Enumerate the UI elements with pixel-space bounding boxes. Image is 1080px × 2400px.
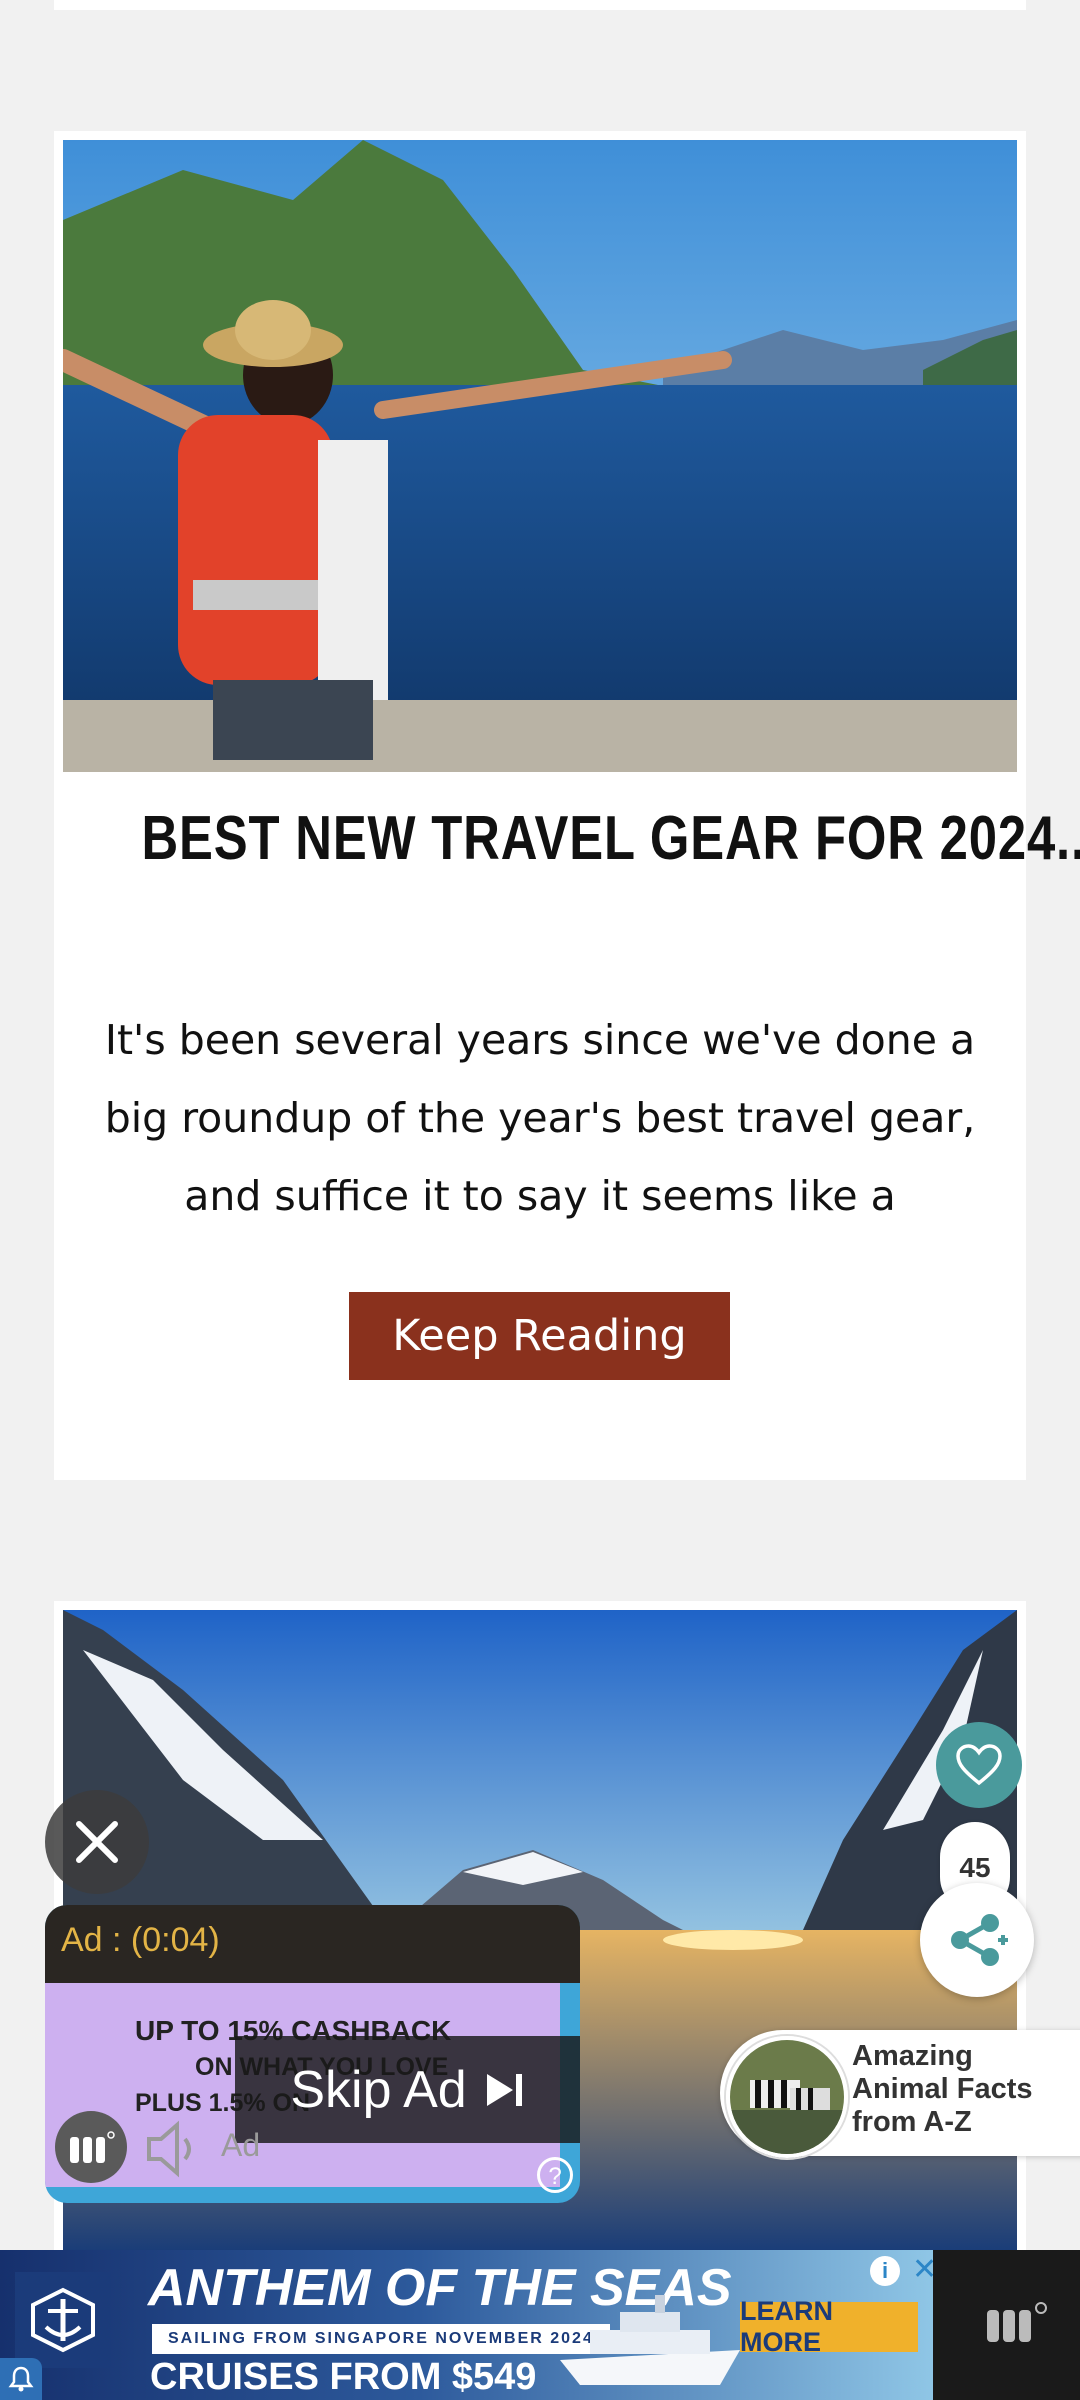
article-image[interactable] bbox=[63, 140, 1017, 772]
ad-close-icon[interactable]: ✕ bbox=[912, 2252, 933, 2287]
skip-ad-button[interactable]: Skip Ad bbox=[235, 2036, 580, 2143]
video-ad[interactable]: Ad : (0:04) UP TO 15% CASHBACK ON WHAT Y… bbox=[45, 1905, 580, 2203]
publisher-logo-icon[interactable] bbox=[985, 2300, 1051, 2349]
banner-price: CRUISES FROM $549 bbox=[150, 2356, 537, 2398]
favorite-button[interactable] bbox=[936, 1722, 1022, 1808]
publisher-logo-icon[interactable] bbox=[55, 2111, 127, 2183]
cruise-logo-icon bbox=[15, 2272, 111, 2368]
speaker-icon[interactable] bbox=[143, 2117, 207, 2186]
skip-ad-label: Skip Ad bbox=[290, 2060, 467, 2119]
article-card: BEST NEW TRAVEL GEAR FOR 2024... It's be… bbox=[54, 131, 1080, 1480]
help-icon[interactable]: ? bbox=[537, 2157, 573, 2193]
bottom-banner: ANTHEM OF THE SEAS SAILING FROM SINGAPOR… bbox=[0, 2250, 1080, 2400]
banner-ad[interactable]: ANTHEM OF THE SEAS SAILING FROM SINGAPOR… bbox=[0, 2250, 933, 2400]
learn-more-button[interactable]: LEARN MORE bbox=[740, 2296, 918, 2357]
promo-text: Amazing Animal Facts from A-Z bbox=[852, 2040, 1033, 2138]
ad-timer: Ad : (0:04) bbox=[61, 1921, 220, 1959]
ad-header: Ad : (0:04) bbox=[45, 1905, 580, 1983]
notification-bell-icon[interactable] bbox=[0, 2358, 42, 2400]
heart-icon bbox=[956, 1744, 1002, 1786]
close-icon bbox=[76, 1821, 118, 1863]
article-excerpt: It's been several years since we've done… bbox=[104, 1016, 976, 1220]
skip-forward-icon bbox=[486, 2073, 522, 2106]
keep-reading-button[interactable]: Keep Reading bbox=[349, 1292, 730, 1380]
related-content-promo[interactable]: Amazing Animal Facts from A-Z bbox=[720, 2030, 1080, 2158]
share-button[interactable] bbox=[920, 1883, 1034, 1997]
ship-icon bbox=[560, 2295, 740, 2385]
share-icon bbox=[951, 1914, 1008, 1966]
promo-thumbnail bbox=[726, 2036, 848, 2158]
ad-info-icon[interactable]: i bbox=[870, 2256, 900, 2286]
banner-subtitle: SAILING FROM SINGAPORE NOVEMBER 2024 bbox=[152, 2324, 610, 2354]
ad-label: Ad bbox=[221, 2127, 261, 2163]
article-title[interactable]: BEST NEW TRAVEL GEAR FOR 2024... bbox=[141, 803, 1080, 874]
close-ad-button[interactable] bbox=[45, 1790, 149, 1894]
previous-card-bottom bbox=[54, 0, 1026, 10]
